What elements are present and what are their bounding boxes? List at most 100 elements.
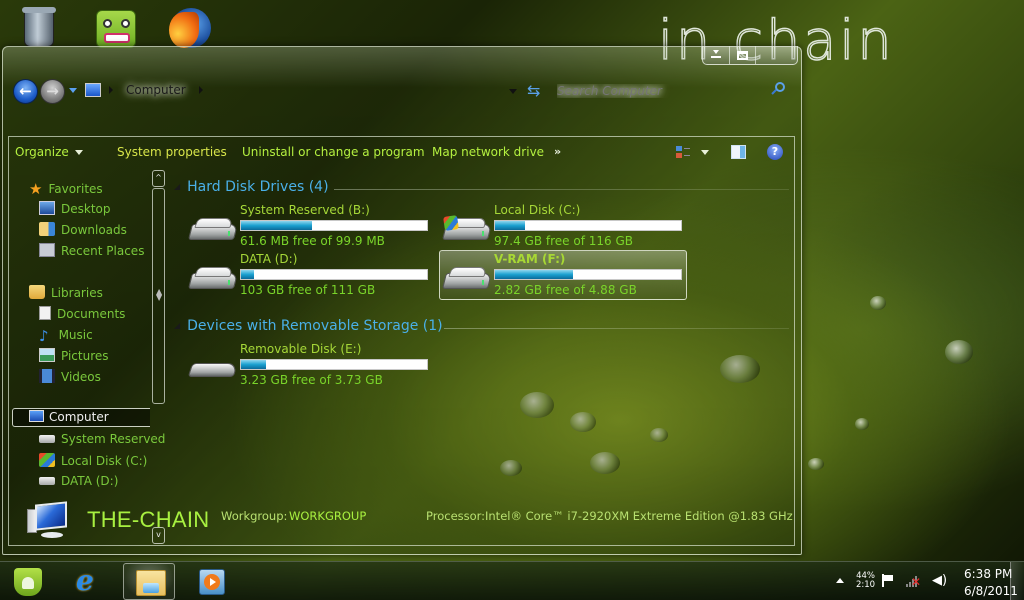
breadcrumb-chevron-icon[interactable] <box>199 86 203 94</box>
minimize-button[interactable] <box>703 46 730 64</box>
drive-tile-selected[interactable]: V-RAM (F:) 2.82 GB free of 4.88 GB <box>439 250 687 300</box>
nav-documents[interactable]: Documents <box>39 306 125 321</box>
system-properties-button[interactable]: System properties <box>117 145 227 159</box>
drive-usage-fill <box>495 270 574 279</box>
drive-usage-fill <box>241 270 255 279</box>
change-view-icon[interactable] <box>676 146 690 160</box>
libraries-icon <box>29 285 45 299</box>
taskbar-android[interactable] <box>2 563 54 600</box>
volume-icon[interactable]: ◀) <box>932 573 947 588</box>
search-icon[interactable] <box>771 82 785 95</box>
documents-icon <box>39 306 51 320</box>
network-icon[interactable]: ✕ <box>906 574 921 588</box>
nav-local-disk-c[interactable]: Local Disk (C:) <box>39 453 147 468</box>
drive-free-space: 103 GB free of 111 GB <box>240 283 376 297</box>
nav-videos[interactable]: Videos <box>39 369 101 384</box>
taskbar-internet-explorer[interactable]: e <box>62 563 114 600</box>
drive-name: Local Disk (C:) <box>494 203 581 217</box>
nav-favorites[interactable]: ★ Favorites <box>29 180 103 198</box>
command-bar: Organize System properties Uninstall or … <box>9 137 794 167</box>
downloads-icon <box>39 222 55 236</box>
group-removable-storage[interactable]: ◢ Devices with Removable Storage (1) <box>174 318 443 334</box>
workgroup-label: Workgroup: <box>221 509 288 523</box>
organize-button[interactable]: Organize <box>15 145 83 159</box>
nav-downloads[interactable]: Downloads <box>39 222 127 237</box>
nav-system-reserved[interactable]: System Reserved <box>39 432 165 446</box>
action-center-flag-icon[interactable] <box>882 574 894 587</box>
drive-free-space: 3.23 GB free of 3.73 GB <box>240 373 383 387</box>
recycle-bin-icon[interactable] <box>18 6 64 48</box>
pictures-icon <box>39 348 55 362</box>
drive-tile[interactable]: Removable Disk (E:) 3.23 GB free of 3.73… <box>186 341 434 391</box>
show-hidden-icons-button[interactable] <box>836 578 844 583</box>
nav-music[interactable]: ♪ Music <box>39 327 93 345</box>
forward-button[interactable]: → <box>40 79 65 104</box>
water-drop <box>808 458 824 470</box>
scroll-up-button[interactable]: ^ <box>152 170 165 187</box>
nav-libraries[interactable]: Libraries <box>29 285 103 300</box>
desktop-icon <box>39 201 55 215</box>
water-drop <box>870 296 886 310</box>
group-title: Hard Disk Drives (4) <box>187 179 329 195</box>
nav-computer[interactable]: Computer <box>12 408 150 427</box>
breadcrumb-chevron-icon[interactable] <box>109 86 113 94</box>
explorer-body: Organize System properties Uninstall or … <box>8 136 795 546</box>
nav-scrollbar[interactable]: ^ ▲ ▼ v <box>152 170 165 544</box>
battery-indicator[interactable]: 44% 2:10 <box>856 572 875 590</box>
back-button[interactable]: ← <box>13 79 38 104</box>
map-network-drive-button[interactable]: Map network drive <box>432 145 544 159</box>
show-desktop-button[interactable] <box>1010 562 1024 600</box>
preview-pane-icon[interactable] <box>731 145 746 159</box>
explorer-window: ← → Computer ⇆ Organize System propertie… <box>2 46 802 555</box>
search-input[interactable] <box>557 80 797 102</box>
drive-free-space: 2.82 GB free of 4.88 GB <box>494 283 637 297</box>
computer-icon <box>27 501 71 541</box>
more-commands-button[interactable]: » <box>554 145 561 158</box>
drives-view: ◢ Hard Disk Drives (4) System Reserved (B… <box>174 167 794 497</box>
view-options-dropdown[interactable] <box>701 150 709 155</box>
nav-label: Favorites <box>48 182 103 196</box>
firefox-icon[interactable] <box>168 6 214 48</box>
nav-label: Recent Places <box>61 244 145 258</box>
taskbar-media-player[interactable] <box>185 563 237 600</box>
nav-label: Libraries <box>51 286 103 300</box>
breadcrumb-computer[interactable]: Computer <box>126 83 186 97</box>
hard-drive-icon <box>442 267 492 291</box>
organize-label: Organize <box>15 145 69 159</box>
scroll-thumb[interactable]: ▲ ▼ <box>152 188 165 404</box>
recent-places-icon <box>39 243 55 257</box>
grip-icon: ▲ ▼ <box>156 287 163 302</box>
maximize-button[interactable] <box>730 46 757 64</box>
collapse-icon: ◢ <box>174 182 181 191</box>
help-icon[interactable]: ? <box>767 144 783 160</box>
battery-time: 2:10 <box>856 580 876 590</box>
drive-tile[interactable]: DATA (D:) 103 GB free of 111 GB <box>186 251 434 301</box>
android-icon <box>14 568 42 596</box>
nav-pictures[interactable]: Pictures <box>39 348 109 363</box>
nav-data-d[interactable]: DATA (D:) <box>39 474 118 488</box>
address-dropdown-icon[interactable] <box>509 89 517 94</box>
collapse-icon: ◢ <box>174 321 181 330</box>
close-button[interactable] <box>756 46 797 64</box>
videos-icon <box>39 369 55 383</box>
drive-usage-fill <box>495 221 525 230</box>
refresh-icon[interactable]: ⇆ <box>527 81 540 100</box>
processor-label: Processor: <box>426 509 486 523</box>
drive-free-space: 97.4 GB free of 116 GB <box>494 234 633 248</box>
drive-usage-fill <box>241 221 313 230</box>
drive-name: DATA (D:) <box>240 252 298 266</box>
chevron-down-icon <box>74 150 83 155</box>
clock-time[interactable]: 6:38 PM <box>964 567 1012 581</box>
uninstall-program-button[interactable]: Uninstall or change a program <box>242 145 425 159</box>
group-hard-disk-drives[interactable]: ◢ Hard Disk Drives (4) <box>174 179 329 195</box>
taskbar-windows-explorer[interactable] <box>123 563 175 600</box>
media-player-icon <box>199 569 225 595</box>
nav-recent-places[interactable]: Recent Places <box>39 243 144 258</box>
recent-pages-dropdown[interactable] <box>69 88 77 93</box>
drive-name: Removable Disk (E:) <box>240 342 362 356</box>
processor-value: Intel® Core™ i7-2920XM Extreme Edition @… <box>485 509 793 523</box>
monster-icon[interactable] <box>94 6 140 48</box>
drive-tile[interactable]: System Reserved (B:) 61.6 MB free of 99.… <box>186 202 434 252</box>
drive-tile[interactable]: Local Disk (C:) 97.4 GB free of 116 GB <box>440 202 688 252</box>
nav-desktop[interactable]: Desktop <box>39 201 111 216</box>
